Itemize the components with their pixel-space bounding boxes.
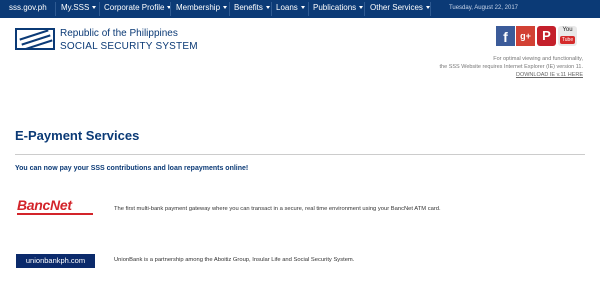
top-navigation-bar: sss.gov.ph My.SSS Corporate Profile Memb… — [0, 0, 600, 18]
nav-item-label: Other Services — [370, 3, 423, 12]
site-home-link[interactable]: sss.gov.ph — [9, 0, 47, 18]
bancnet-logo[interactable]: BancNet — [17, 196, 93, 220]
section-divider — [15, 154, 585, 155]
bancnet-logo-text: BancNet — [17, 197, 72, 213]
nav-divider — [308, 2, 309, 16]
chevron-down-icon — [92, 6, 97, 9]
nav-item-benefits[interactable]: Benefits — [234, 0, 270, 18]
nav-item-label: Membership — [176, 3, 221, 12]
nav-item-label: Corporate Profile — [104, 3, 165, 12]
youtube-icon[interactable]: You Tube — [558, 26, 577, 46]
nav-item-label: My.SSS — [61, 3, 90, 12]
nav-divider — [170, 2, 171, 16]
page-title: E-Payment Services — [15, 128, 140, 143]
nav-item-publications[interactable]: Publications — [313, 0, 364, 18]
chevron-down-icon — [359, 6, 364, 9]
chevron-down-icon — [300, 6, 305, 9]
lead-text: You can now pay your SSS contributions a… — [15, 165, 249, 172]
nav-item-my-sss[interactable]: My.SSS — [61, 0, 97, 18]
nav-divider — [229, 2, 230, 16]
google-plus-icon[interactable]: g+ — [516, 26, 535, 46]
browser-requirement: the SSS Website requires Internet Explor… — [439, 64, 583, 70]
youtube-icon-bottom: Tube — [560, 36, 575, 44]
nav-item-other-services[interactable]: Other Services — [370, 0, 430, 18]
nav-item-label: Loans — [276, 3, 298, 12]
current-date: Tuesday, August 22, 2017 — [448, 5, 518, 11]
nav-divider — [364, 2, 365, 16]
bancnet-logo-underline — [17, 213, 93, 215]
browser-note: For optimal viewing and functionality, — [493, 56, 583, 62]
nav-divider — [99, 2, 100, 16]
chevron-down-icon — [223, 6, 228, 9]
brand-subtitle: Republic of the Philippines — [60, 28, 178, 39]
nav-item-label: Publications — [313, 3, 357, 12]
download-ie-link[interactable]: DOWNLOAD IE v.11 HERE — [516, 72, 583, 78]
facebook-icon[interactable]: f — [496, 26, 515, 46]
nav-divider — [55, 2, 56, 16]
chevron-down-icon — [265, 6, 270, 9]
bancnet-description: The first multi-bank payment gateway whe… — [114, 206, 441, 212]
nav-item-membership[interactable]: Membership — [176, 0, 228, 18]
sss-logo-icon — [15, 28, 55, 50]
brand-title: SOCIAL SECURITY SYSTEM — [60, 41, 198, 52]
nav-item-loans[interactable]: Loans — [276, 0, 305, 18]
youtube-icon-top: You — [562, 27, 573, 33]
nav-divider — [430, 2, 431, 16]
unionbank-logo[interactable]: unionbankph.com — [16, 254, 95, 268]
unionbank-description: UnionBank is a partnership among the Abo… — [114, 257, 355, 263]
nav-item-label: Benefits — [234, 3, 263, 12]
pinterest-icon[interactable]: P — [537, 26, 556, 46]
nav-divider — [271, 2, 272, 16]
nav-item-corporate-profile[interactable]: Corporate Profile — [104, 0, 172, 18]
